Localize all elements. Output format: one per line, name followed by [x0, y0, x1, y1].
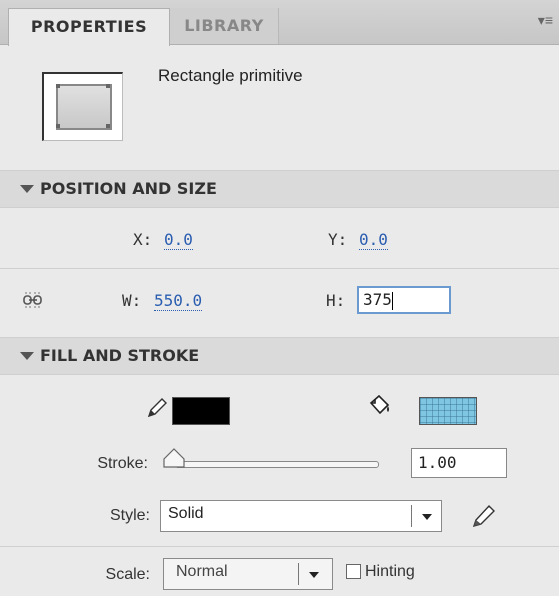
- edit-stroke-style-pencil-icon[interactable]: [469, 502, 497, 530]
- section-title: FILL AND STROKE: [40, 346, 200, 365]
- shape-type-label: Rectangle primitive: [158, 66, 303, 85]
- hinting-label[interactable]: Hinting: [365, 563, 415, 581]
- stroke-width-input[interactable]: 1.00: [411, 448, 507, 478]
- tab-properties[interactable]: PROPERTIES: [8, 8, 170, 46]
- section-title: POSITION AND SIZE: [40, 179, 217, 198]
- stroke-label: Stroke:: [97, 455, 148, 472]
- section-position-and-size[interactable]: POSITION AND SIZE: [0, 170, 559, 208]
- stroke-slider-track[interactable]: [175, 461, 379, 468]
- w-value[interactable]: 550.0: [154, 291, 203, 311]
- collapse-triangle-icon[interactable]: [20, 184, 34, 193]
- chevron-down-icon: [422, 514, 432, 520]
- scale-dropdown[interactable]: Normal: [163, 558, 333, 590]
- x-label: X:: [133, 230, 153, 249]
- stroke-pencil-icon: [147, 398, 167, 418]
- fill-color-swatch[interactable]: [419, 397, 477, 425]
- hinting-checkbox[interactable]: [346, 564, 361, 579]
- section-fill-and-stroke[interactable]: FILL AND STROKE: [0, 337, 559, 375]
- y-value[interactable]: 0.0: [359, 230, 388, 250]
- fill-bucket-icon: [369, 394, 390, 415]
- style-dropdown-value: Solid: [168, 505, 204, 522]
- divider: [0, 546, 559, 547]
- stroke-slider-thumb[interactable]: [163, 448, 185, 468]
- h-input[interactable]: 375: [357, 286, 451, 314]
- scale-dropdown-value: Normal: [176, 563, 228, 580]
- chevron-down-icon: [309, 572, 319, 578]
- h-label: H:: [326, 291, 346, 310]
- collapse-triangle-icon[interactable]: [20, 351, 34, 360]
- properties-panel: PROPERTIES LIBRARY ▾≡ Rectangle primitiv…: [0, 0, 559, 596]
- scale-label: Scale:: [105, 566, 150, 583]
- link-width-height-icon[interactable]: [22, 291, 44, 309]
- stroke-color-swatch[interactable]: [172, 397, 230, 425]
- y-label: Y:: [328, 230, 348, 249]
- style-dropdown[interactable]: Solid: [160, 500, 442, 532]
- tab-library[interactable]: LIBRARY: [170, 8, 279, 44]
- x-value[interactable]: 0.0: [164, 230, 193, 250]
- divider: [0, 268, 559, 269]
- style-label: Style:: [109, 507, 150, 524]
- panel-menu-icon[interactable]: ▾≡: [538, 12, 553, 29]
- h-input-text: 375: [363, 290, 392, 309]
- w-label: W:: [122, 291, 142, 310]
- tab-bar: PROPERTIES LIBRARY ▾≡: [0, 0, 559, 46]
- rectangle-primitive-icon: [42, 72, 123, 141]
